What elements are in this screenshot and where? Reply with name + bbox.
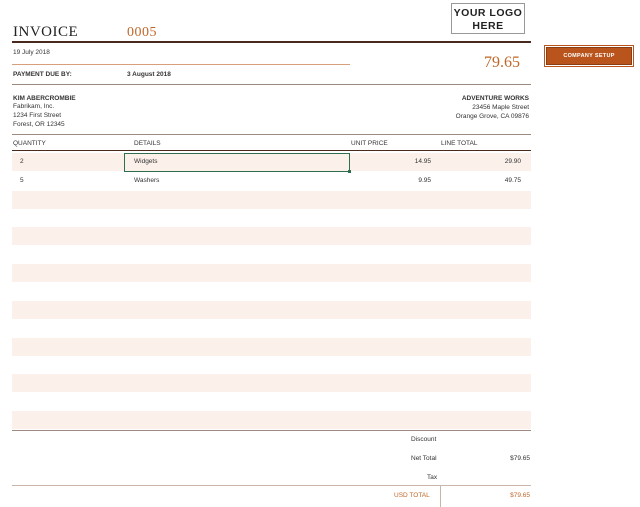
- empty-row[interactable]: [12, 227, 531, 245]
- logo-line-2: HERE: [472, 20, 504, 32]
- from-name[interactable]: ADVENTURE WORKS: [462, 95, 529, 102]
- empty-row[interactable]: [12, 264, 531, 282]
- amount-due: 79.65: [484, 54, 520, 71]
- details-cell[interactable]: Washers: [134, 177, 159, 184]
- from-street[interactable]: 23456 Maple Street: [472, 104, 529, 111]
- bill-to-city[interactable]: Forest, OR 12345: [13, 121, 65, 128]
- logo-line-1: YOUR LOGO: [453, 7, 523, 19]
- usd-total-label: USD TOTAL: [394, 492, 430, 499]
- empty-row[interactable]: [12, 393, 531, 411]
- unit-price-cell[interactable]: 14.95: [415, 158, 431, 165]
- total-rule: [12, 485, 531, 486]
- empty-row[interactable]: [12, 282, 531, 300]
- date-rule: [12, 64, 350, 65]
- payment-due-label: PAYMENT DUE BY:: [13, 71, 72, 78]
- column-header-line-total: LINE TOTAL: [441, 140, 478, 147]
- empty-row[interactable]: [12, 338, 531, 356]
- net-total-label: Net Total: [411, 455, 437, 462]
- from-city[interactable]: Orange Grove, CA 09876: [456, 113, 529, 120]
- table-bottom-rule: [12, 430, 531, 431]
- empty-row[interactable]: [12, 319, 531, 337]
- invoice-date[interactable]: 19 July 2018: [13, 49, 50, 56]
- table-top-rule: [12, 134, 531, 135]
- empty-row[interactable]: [12, 301, 531, 319]
- empty-row[interactable]: [12, 246, 531, 264]
- section-rule: [12, 84, 531, 85]
- net-total-value: $79.65: [510, 455, 530, 462]
- bill-to-street[interactable]: 1234 First Street: [13, 112, 61, 119]
- payment-due-date[interactable]: 3 August 2018: [127, 71, 171, 78]
- discount-label: Discount: [411, 436, 437, 443]
- empty-row[interactable]: [12, 191, 531, 209]
- fill-handle[interactable]: [348, 170, 351, 173]
- logo-placeholder[interactable]: YOUR LOGO HERE: [451, 3, 525, 34]
- usd-total-value: $79.65: [510, 492, 530, 499]
- header-bottom-rule: [12, 150, 531, 151]
- tax-label: Tax: [427, 474, 438, 481]
- empty-row[interactable]: [12, 356, 531, 374]
- total-divider: [440, 486, 441, 507]
- line-total-cell[interactable]: 29.90: [505, 158, 521, 165]
- bill-to-name[interactable]: KIM ABERCROMBIE: [13, 95, 76, 102]
- selected-cell-border: [124, 153, 350, 172]
- quantity-cell[interactable]: 5: [20, 177, 24, 184]
- invoice-title: INVOICE: [13, 24, 79, 40]
- unit-price-cell[interactable]: 9.95: [418, 177, 431, 184]
- bill-to-company[interactable]: Fabrikam, Inc.: [13, 103, 54, 110]
- quantity-cell[interactable]: 2: [20, 158, 24, 165]
- header-rule: [12, 41, 531, 43]
- empty-row[interactable]: [12, 374, 531, 392]
- table-row[interactable]: 5 Washers 9.95 49.75: [12, 172, 531, 190]
- empty-row[interactable]: [12, 411, 531, 429]
- line-total-cell[interactable]: 49.75: [505, 177, 521, 184]
- invoice-number[interactable]: 0005: [127, 25, 157, 41]
- column-header-unit-price: UNIT PRICE: [351, 140, 388, 147]
- column-header-details: DETAILS: [134, 140, 161, 147]
- company-setup-button[interactable]: COMPANY SETUP: [544, 45, 634, 67]
- column-header-quantity: QUANTITY: [13, 140, 46, 147]
- empty-row[interactable]: [12, 209, 531, 227]
